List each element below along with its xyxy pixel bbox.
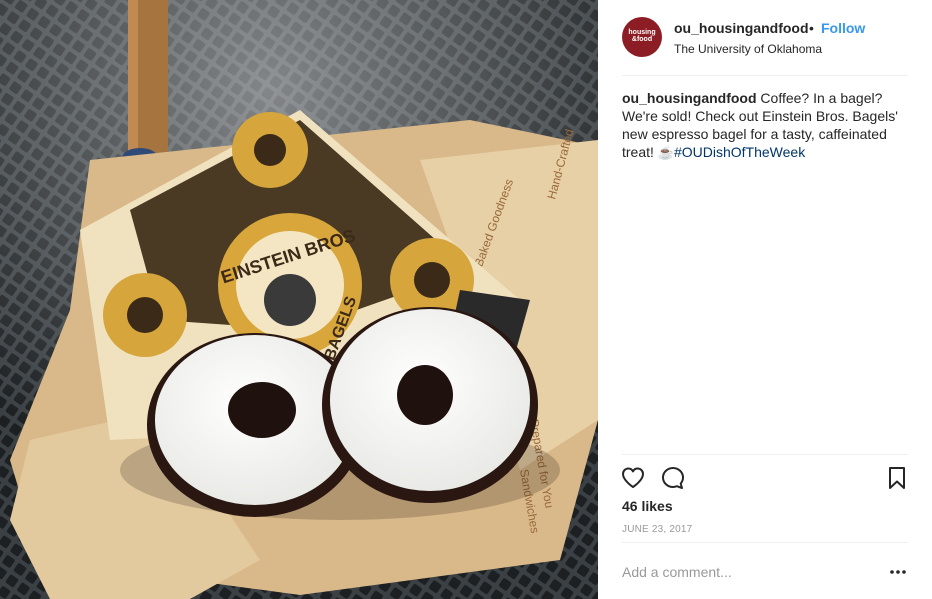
caption-username-link[interactable]: ou_housingandfood <box>622 90 757 106</box>
username-link[interactable]: ou_housingandfood <box>674 20 809 36</box>
bagel-photo: Fresh-Baked Goodness Hand-Crafted Prepar… <box>0 0 598 599</box>
post-caption: ou_housingandfood Coffee? In a bagel? We… <box>622 89 912 162</box>
likes-count[interactable]: 46 likes <box>622 498 673 514</box>
hashtag-link[interactable]: #OUDishOfTheWeek <box>674 144 805 160</box>
separator-dot: • <box>809 20 814 36</box>
follow-button[interactable]: Follow <box>821 20 865 36</box>
bookmark-icon[interactable] <box>884 465 910 491</box>
coffee-emoji: ☕ <box>657 145 674 160</box>
avatar-logo-text: housing &food <box>628 29 656 43</box>
comment-bar <box>622 542 908 599</box>
more-options-icon[interactable] <box>888 564 908 580</box>
avatar[interactable]: housing &food <box>622 17 662 57</box>
instagram-post: Fresh-Baked Goodness Hand-Crafted Prepar… <box>0 0 932 599</box>
post-date[interactable]: JUNE 23, 2017 <box>622 524 692 535</box>
heart-icon[interactable] <box>620 465 646 491</box>
post-side-panel: housing &food ou_housingandfood • Follow… <box>598 0 932 599</box>
comment-icon[interactable] <box>660 465 686 491</box>
action-bar <box>622 454 908 503</box>
post-photo[interactable]: Fresh-Baked Goodness Hand-Crafted Prepar… <box>0 0 598 599</box>
comment-input[interactable] <box>622 558 872 586</box>
location-link[interactable]: The University of Oklahoma <box>674 42 822 56</box>
bagel-right <box>322 307 538 503</box>
post-header: housing &food ou_housingandfood • Follow… <box>622 17 908 76</box>
